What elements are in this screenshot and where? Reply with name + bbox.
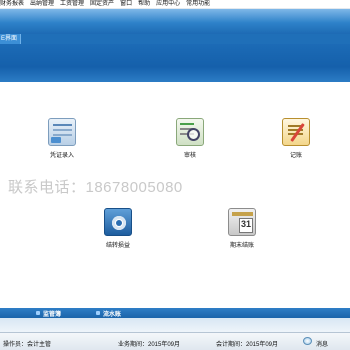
calendar-icon: 31 bbox=[228, 208, 256, 236]
blue-band bbox=[0, 44, 350, 82]
menu-item-window[interactable]: 窗口 bbox=[117, 0, 135, 9]
transfer-profit-loss-label: 结转损益 bbox=[105, 243, 130, 249]
header-banner bbox=[0, 9, 350, 34]
menu-item-help[interactable]: 帮助 bbox=[135, 0, 153, 9]
voucher-entry-button[interactable]: 凭证录入 bbox=[48, 118, 76, 159]
voucher-icon bbox=[48, 118, 76, 146]
status-message[interactable]: 消息 bbox=[316, 339, 328, 348]
tab-bullet-icon bbox=[36, 311, 40, 315]
period-closing-label: 期末结账 bbox=[229, 243, 254, 249]
audit-button[interactable]: 审核 bbox=[176, 118, 204, 159]
bottom-tab-supervision-label: 监管簿 bbox=[43, 311, 62, 318]
status-operator: 操作员：会计主管 bbox=[3, 342, 52, 348]
post-icon bbox=[282, 118, 310, 146]
tab-bullet-icon bbox=[96, 311, 100, 315]
calendar-date-text: 31 bbox=[241, 219, 252, 229]
menu-item-cashier[interactable]: 出纳管理 bbox=[27, 0, 57, 9]
status-business-period: 业务期间：2015年09月 bbox=[118, 342, 181, 348]
bottom-tab-journal[interactable]: 流水账 bbox=[96, 308, 121, 318]
menu-item-app-center[interactable]: 应用中心 bbox=[153, 0, 183, 9]
message-icon[interactable] bbox=[303, 337, 312, 345]
status-bar: 操作员：会计主管 业务期间：2015年09月 会计期间：2015年09月 消息 bbox=[0, 332, 350, 350]
transfer-profit-loss-button[interactable]: 结转损益 bbox=[104, 208, 132, 249]
audit-icon bbox=[176, 118, 204, 146]
audit-label: 审核 bbox=[183, 153, 196, 159]
menu-item-fixed-assets[interactable]: 固定资产 bbox=[87, 0, 117, 9]
bottom-tab-supervision[interactable]: 监管簿 bbox=[36, 308, 61, 318]
menu-item-common-functions[interactable]: 常用功能 bbox=[183, 0, 213, 9]
bottom-tab-journal-label: 流水账 bbox=[103, 311, 122, 318]
post-button[interactable]: 记账 bbox=[282, 118, 310, 159]
phone-watermark: 联系电话：18678005080 bbox=[8, 179, 183, 196]
tab-main-interface[interactable]: E界面 bbox=[0, 34, 21, 44]
post-label: 记账 bbox=[289, 153, 302, 159]
gear-icon bbox=[104, 208, 132, 236]
menu-item-payroll[interactable]: 工资管理 bbox=[57, 0, 87, 9]
tab-strip bbox=[0, 34, 350, 44]
status-accounting-period: 会计期间：2015年09月 bbox=[216, 342, 279, 348]
menu-bar: 财务报表 出纳管理 工资管理 固定资产 窗口 帮助 应用中心 常用功能 bbox=[0, 0, 350, 9]
period-closing-button[interactable]: 31 期末结账 bbox=[228, 208, 256, 249]
menu-item-reports[interactable]: 财务报表 bbox=[0, 0, 27, 9]
voucher-entry-label: 凭证录入 bbox=[49, 153, 74, 159]
bottom-gap bbox=[0, 318, 350, 332]
